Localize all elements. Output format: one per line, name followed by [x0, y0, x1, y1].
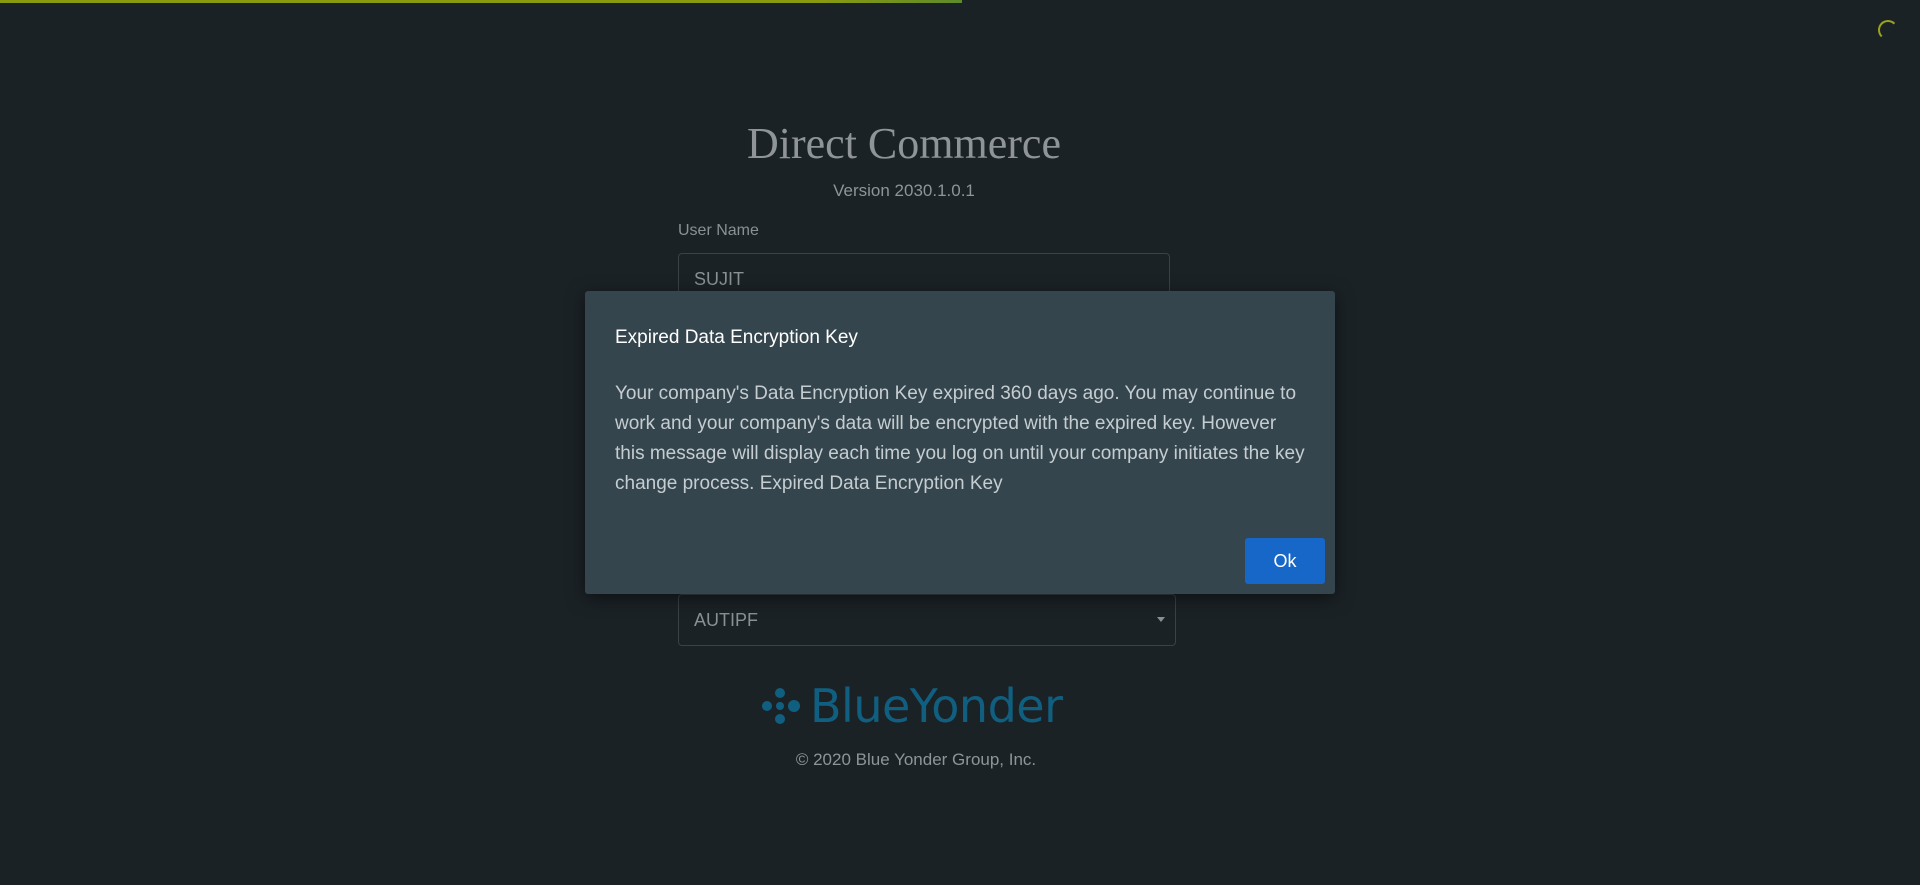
- expired-key-dialog: Expired Data Encryption Key Your company…: [585, 291, 1335, 594]
- app-title: Direct Commerce: [747, 119, 1061, 168]
- blueyonder-logo-icon: [762, 688, 800, 724]
- company-select[interactable]: AUTIPF: [678, 594, 1176, 646]
- dialog-title: Expired Data Encryption Key: [615, 327, 858, 348]
- ok-button[interactable]: Ok: [1245, 538, 1325, 584]
- company-select-value: AUTIPF: [694, 610, 759, 630]
- copyright-text: © 2020 Blue Yonder Group, Inc.: [795, 750, 1037, 769]
- brand-logo: BlueYonder: [758, 679, 1063, 733]
- app-version: Version 2030.1.0.1: [833, 181, 975, 200]
- chevron-down-icon: [1157, 617, 1165, 622]
- brand-name: BlueYonder: [810, 679, 1063, 733]
- username-label: User Name: [678, 222, 759, 239]
- dialog-message: Your company's Data Encryption Key expir…: [615, 383, 1305, 494]
